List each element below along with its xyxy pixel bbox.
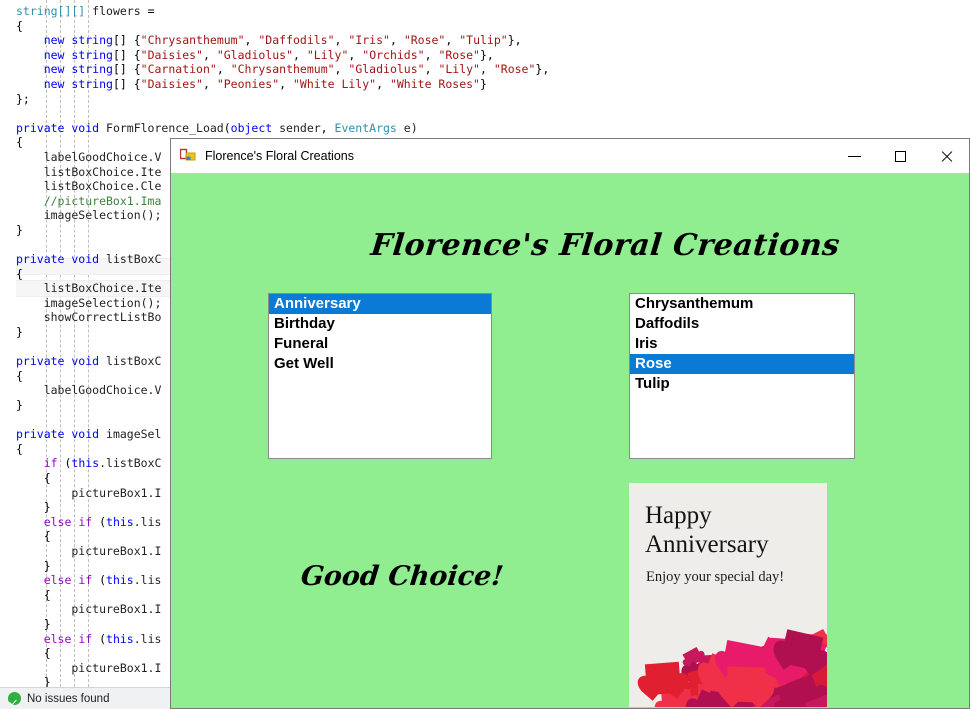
- card-heading-line1: Happy: [645, 502, 712, 529]
- form-client-area: Florence's Floral Creations Anniversary B…: [171, 173, 969, 708]
- card-subtitle: Enjoy your special day!: [646, 569, 785, 585]
- code-line: new string[] {"Carnation", "Chrysanthemu…: [43, 62, 550, 77]
- list-item[interactable]: Rose: [630, 354, 854, 374]
- code-line: new string[] {"Daisies", "Gladiolus", "L…: [43, 47, 494, 62]
- good-choice-label: Good Choice!: [299, 561, 505, 592]
- list-item[interactable]: Iris: [630, 334, 854, 354]
- card-heading: Happy Anniversary: [645, 501, 819, 559]
- code-line: new string[] {"Chrysanthemum", "Daffodil…: [43, 33, 522, 48]
- code-line: {: [16, 18, 23, 33]
- list-item[interactable]: Get Well: [269, 354, 491, 374]
- greeting-card-picturebox[interactable]: Happy Anniversary Enjoy your special day…: [629, 483, 827, 707]
- minimize-icon: [847, 155, 861, 157]
- maximize-icon: [894, 150, 906, 162]
- form-heading-label: Florence's Floral Creations: [369, 228, 842, 263]
- heart-icon: [644, 661, 681, 696]
- occasion-listbox[interactable]: Anniversary Birthday Funeral Get Well: [268, 293, 492, 459]
- list-item[interactable]: Chrysanthemum: [630, 294, 854, 314]
- list-item[interactable]: Daffodils: [630, 314, 854, 334]
- window-caption-buttons: [831, 139, 969, 173]
- code-line: private void FormFlorence_Load(object se…: [16, 120, 418, 135]
- card-heading-line2: Anniversary: [645, 531, 769, 558]
- heart-icon: [726, 666, 766, 703]
- flower-listbox[interactable]: Chrysanthemum Daffodils Iris Rose Tulip: [629, 293, 855, 459]
- screen: string[][] flowers ={ new string[] {"Chr…: [0, 0, 970, 709]
- list-item[interactable]: Funeral: [269, 334, 491, 354]
- list-item[interactable]: Tulip: [630, 374, 854, 394]
- winforms-app-icon: [179, 148, 196, 164]
- application-window: Florence's Floral Creations Florence's F…: [170, 138, 970, 709]
- greeting-card-image: Happy Anniversary Enjoy your special day…: [629, 483, 827, 707]
- list-item[interactable]: Birthday: [269, 314, 491, 334]
- list-item[interactable]: Anniversary: [269, 294, 491, 314]
- minimize-button[interactable]: [831, 139, 877, 173]
- window-title-bar[interactable]: Florence's Floral Creations: [171, 139, 969, 174]
- check-circle-icon: [8, 692, 21, 705]
- window-title: Florence's Floral Creations: [205, 149, 354, 163]
- maximize-button[interactable]: [877, 139, 923, 173]
- code-line: new string[] {"Daisies", "Peonies", "Whi…: [43, 76, 487, 91]
- close-button[interactable]: [923, 139, 969, 173]
- code-line: string[][] flowers =: [16, 4, 155, 18]
- status-text: No issues found: [27, 692, 110, 705]
- close-icon: [940, 150, 953, 163]
- code-line: };: [16, 91, 30, 106]
